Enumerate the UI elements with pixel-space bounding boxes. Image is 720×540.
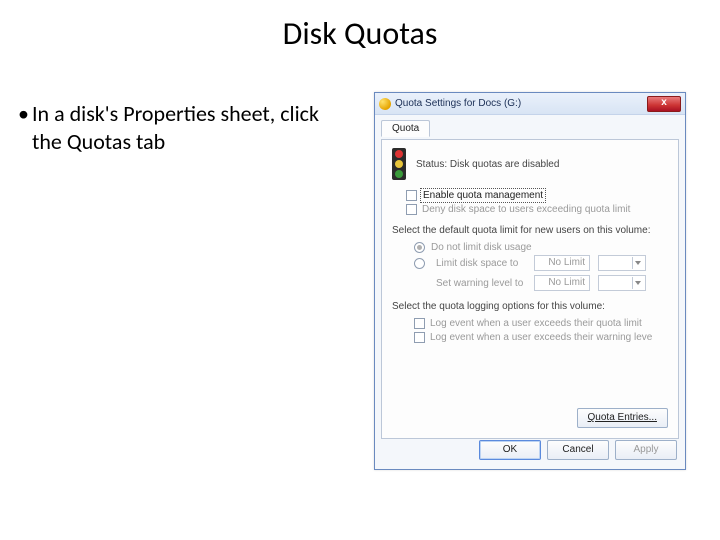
- log-limit-checkbox[interactable]: [414, 318, 425, 329]
- slide-title: Disk Quotas: [0, 14, 720, 53]
- tabstrip: Quota: [381, 119, 685, 139]
- limit-value-input[interactable]: No Limit: [534, 255, 590, 271]
- dialog-title: Quota Settings for Docs (G:): [395, 98, 643, 109]
- close-button[interactable]: x: [647, 96, 681, 112]
- log-limit-row: Log event when a user exceeds their quot…: [414, 318, 668, 329]
- quota-dialog: Quota Settings for Docs (G:) x Quota Sta…: [374, 92, 686, 470]
- warn-unit-combo[interactable]: [598, 275, 646, 291]
- radio-nolimit-row: Do not limit disk usage: [414, 242, 668, 253]
- radio-nolimit-label: Do not limit disk usage: [431, 242, 532, 253]
- radio-limit[interactable]: [414, 258, 425, 269]
- titlebar: Quota Settings for Docs (G:) x: [375, 93, 685, 115]
- warn-label: Set warning level to: [436, 278, 526, 289]
- enable-quota-checkbox[interactable]: [406, 190, 417, 201]
- chevron-down-icon: [632, 257, 642, 269]
- enable-quota-row: Enable quota management: [406, 190, 668, 201]
- status-row: Status: Disk quotas are disabled: [392, 148, 668, 180]
- log-warn-label: Log event when a user exceeds their warn…: [430, 332, 652, 343]
- warn-value-input[interactable]: No Limit: [534, 275, 590, 291]
- quota-tab-panel: Status: Disk quotas are disabled Enable …: [381, 139, 679, 439]
- log-warn-checkbox[interactable]: [414, 332, 425, 343]
- log-limit-label: Log event when a user exceeds their quot…: [430, 318, 642, 329]
- traffic-light-icon: [392, 148, 406, 180]
- dialog-button-row: OK Cancel Apply: [381, 437, 679, 463]
- deny-space-row: Deny disk space to users exceeding quota…: [406, 204, 668, 215]
- tab-quota[interactable]: Quota: [381, 120, 430, 137]
- limit-unit-combo[interactable]: [598, 255, 646, 271]
- ok-button[interactable]: OK: [479, 440, 541, 460]
- radio-nolimit[interactable]: [414, 242, 425, 253]
- chevron-down-icon: [632, 277, 642, 289]
- logging-head: Select the quota logging options for thi…: [392, 301, 668, 312]
- cancel-button[interactable]: Cancel: [547, 440, 609, 460]
- quota-entries-button[interactable]: Quota Entries...: [577, 408, 668, 428]
- disk-icon: [379, 98, 391, 110]
- enable-quota-label: Enable quota management: [422, 190, 544, 201]
- log-warn-row: Log event when a user exceeds their warn…: [414, 332, 668, 343]
- deny-space-checkbox[interactable]: [406, 204, 417, 215]
- limit-grid: Limit disk space to No Limit Set warning…: [414, 255, 668, 291]
- default-limit-head: Select the default quota limit for new u…: [392, 225, 668, 236]
- slide-bullet: In a disk's Properties sheet, click the …: [32, 100, 332, 155]
- deny-space-label: Deny disk space to users exceeding quota…: [422, 204, 630, 215]
- status-text: Status: Disk quotas are disabled: [416, 159, 559, 170]
- apply-button[interactable]: Apply: [615, 440, 677, 460]
- radio-limit-label: Limit disk space to: [436, 258, 526, 269]
